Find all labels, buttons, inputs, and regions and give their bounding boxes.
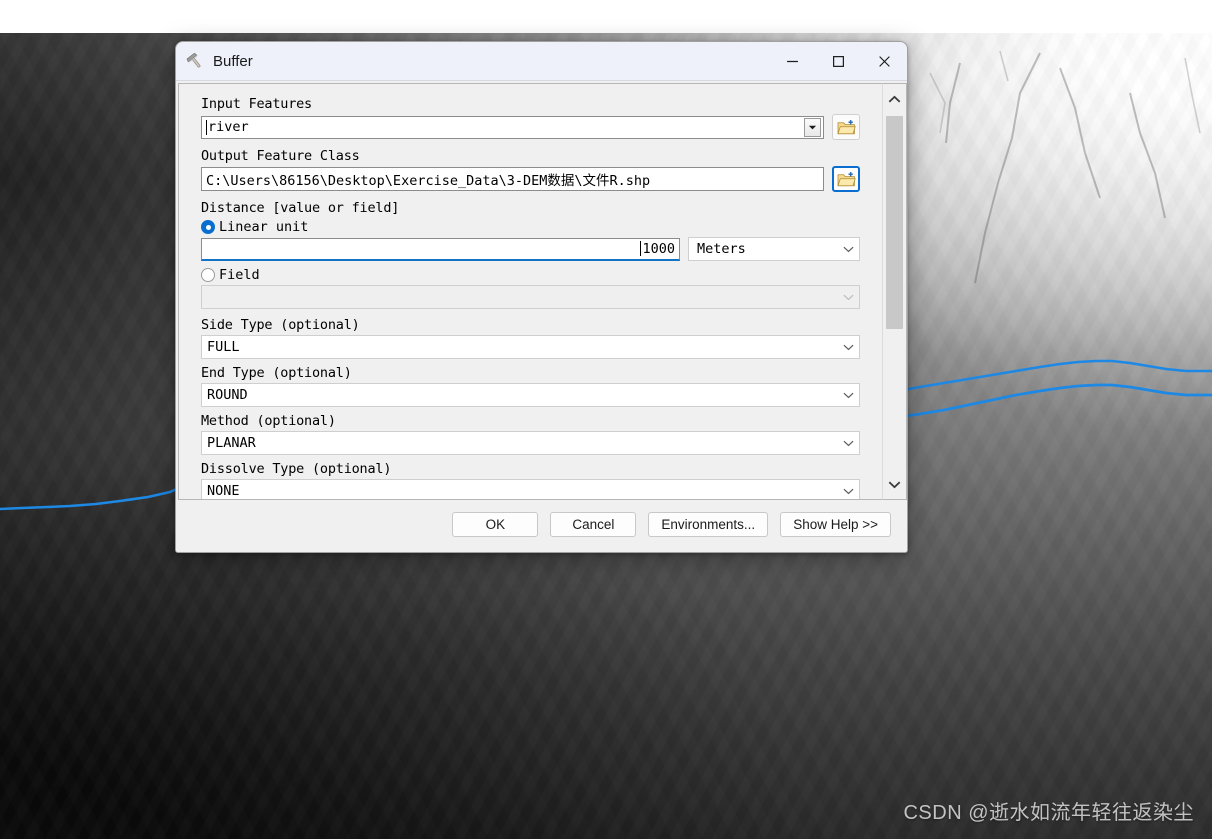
hammer-tool-icon: [186, 52, 205, 71]
input-features-combo[interactable]: river: [201, 115, 824, 139]
output-feature-class-label: Output Feature Class: [201, 148, 360, 164]
cancel-button[interactable]: Cancel: [550, 511, 637, 537]
minimize-button[interactable]: [769, 42, 815, 80]
scroll-up-button[interactable]: [883, 84, 906, 114]
distance-label: Distance [value or field]: [201, 200, 400, 216]
output-feature-class-browse-button[interactable]: [832, 166, 860, 192]
river-polyline-visible-right: [897, 383, 1212, 419]
chevron-down-icon: [837, 293, 859, 301]
end-type-combo[interactable]: ROUND: [201, 383, 860, 407]
field-radio[interactable]: [201, 268, 215, 282]
linear-unit-row: 1000 Meters: [201, 237, 860, 261]
dialog-button-bar: OK Cancel Environments... Show Help >>: [176, 500, 907, 552]
title-bar-left: Buffer: [176, 52, 769, 71]
side-type-value: FULL: [207, 339, 240, 355]
output-feature-class-input[interactable]: C:\Users\86156\Desktop\Exercise_Data\3-D…: [201, 167, 824, 191]
input-features-browse-button[interactable]: [832, 114, 860, 140]
scrollbar-track[interactable]: [883, 114, 906, 469]
linear-unit-radio[interactable]: [201, 220, 215, 234]
field-radio-row[interactable]: Field: [201, 267, 860, 283]
side-type-label: Side Type (optional): [201, 317, 360, 333]
chevron-down-icon[interactable]: [837, 439, 859, 447]
method-value: PLANAR: [207, 435, 256, 451]
dialog-body: Input Features river Output Feature Clas…: [176, 81, 907, 500]
show-help-button[interactable]: Show Help >>: [780, 511, 891, 537]
input-features-label: Input Features: [201, 96, 312, 112]
distance-unit-combo[interactable]: Meters: [688, 237, 860, 261]
chevron-down-icon[interactable]: [837, 487, 859, 495]
environments-button[interactable]: Environments...: [648, 511, 769, 537]
ok-button[interactable]: OK: [452, 511, 539, 537]
chevron-down-icon[interactable]: [804, 117, 821, 137]
end-type-value: ROUND: [207, 387, 248, 403]
dissolve-type-label: Dissolve Type (optional): [201, 461, 392, 477]
linear-unit-label: Linear unit: [219, 219, 309, 235]
input-features-value: river: [206, 119, 804, 135]
parameter-panel-scrollbar[interactable]: [882, 83, 907, 500]
dialog-title: Buffer: [213, 52, 253, 70]
output-feature-class-value: C:\Users\86156\Desktop\Exercise_Data\3-D…: [206, 173, 651, 189]
close-button[interactable]: [861, 42, 907, 80]
scroll-down-button[interactable]: [883, 469, 906, 499]
folder-browse-icon: [836, 119, 856, 134]
chevron-down-icon[interactable]: [837, 391, 859, 399]
distance-unit-value: Meters: [697, 241, 746, 257]
buffer-dialog[interactable]: Buffer Input Features river Output Featu…: [175, 41, 908, 553]
method-combo[interactable]: PLANAR: [201, 431, 860, 455]
maximize-button[interactable]: [815, 42, 861, 80]
dissolve-type-value: NONE: [207, 483, 240, 499]
linear-unit-radio-row[interactable]: Linear unit: [201, 219, 860, 235]
side-type-combo[interactable]: FULL: [201, 335, 860, 359]
parameter-panel: Input Features river Output Feature Clas…: [178, 83, 882, 500]
input-features-row: river: [201, 114, 860, 140]
end-type-label: End Type (optional): [201, 365, 352, 381]
dissolve-type-combo[interactable]: NONE: [201, 479, 860, 499]
chevron-down-icon[interactable]: [837, 245, 859, 253]
distance-value-input[interactable]: 1000: [201, 237, 680, 261]
distance-field-combo: [201, 285, 860, 309]
scrollbar-thumb[interactable]: [886, 116, 903, 329]
method-label: Method (optional): [201, 413, 336, 429]
folder-browse-icon: [836, 171, 856, 186]
dialog-title-bar[interactable]: Buffer: [176, 42, 907, 81]
field-radio-label: Field: [219, 267, 260, 283]
output-feature-class-row: C:\Users\86156\Desktop\Exercise_Data\3-D…: [201, 166, 860, 192]
chevron-down-icon[interactable]: [837, 343, 859, 351]
distance-value: 1000: [642, 240, 675, 257]
